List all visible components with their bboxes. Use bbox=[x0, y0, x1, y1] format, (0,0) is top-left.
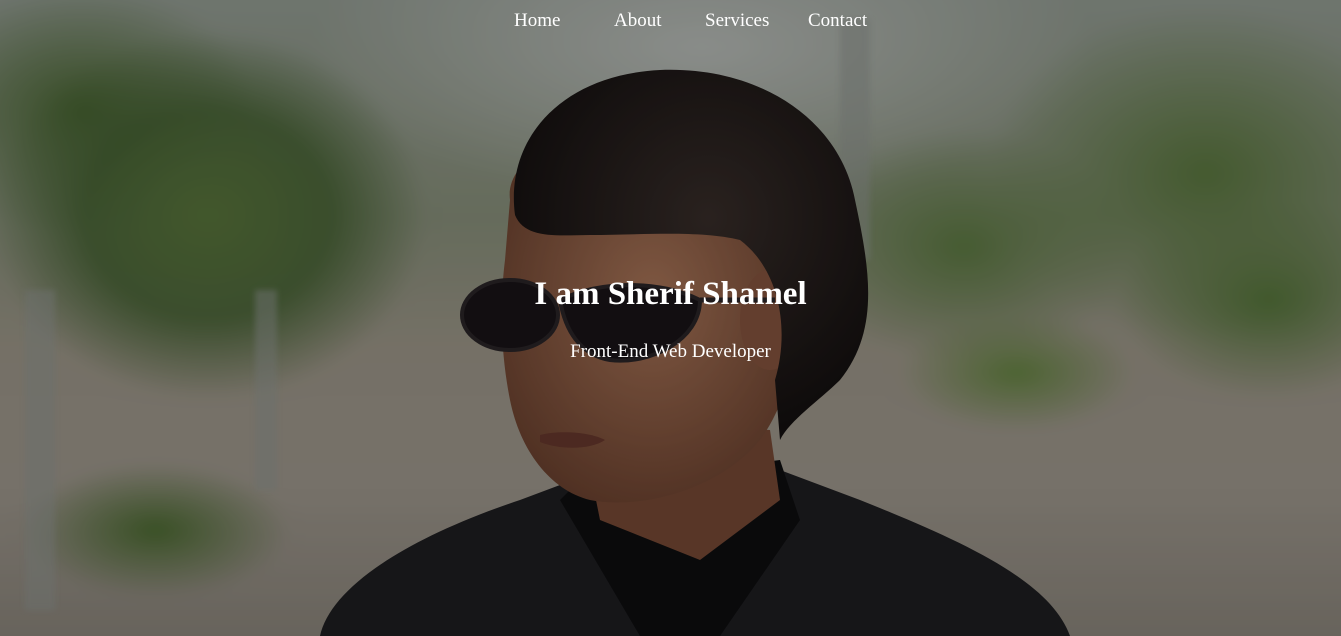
dark-overlay bbox=[0, 0, 1341, 636]
nav-link-services[interactable]: Services bbox=[705, 10, 769, 32]
nav-link-home[interactable]: Home bbox=[514, 10, 560, 32]
hero-title: I am Sherif Shamel bbox=[534, 276, 807, 312]
nav-link-contact[interactable]: Contact bbox=[808, 10, 867, 32]
main-nav: Home About Services Contact bbox=[0, 0, 1341, 42]
hero-subtitle: Front-End Web Developer bbox=[570, 341, 771, 362]
nav-link-about[interactable]: About bbox=[614, 10, 662, 32]
hero-section: Home About Services Contact I am Sherif … bbox=[0, 0, 1341, 636]
